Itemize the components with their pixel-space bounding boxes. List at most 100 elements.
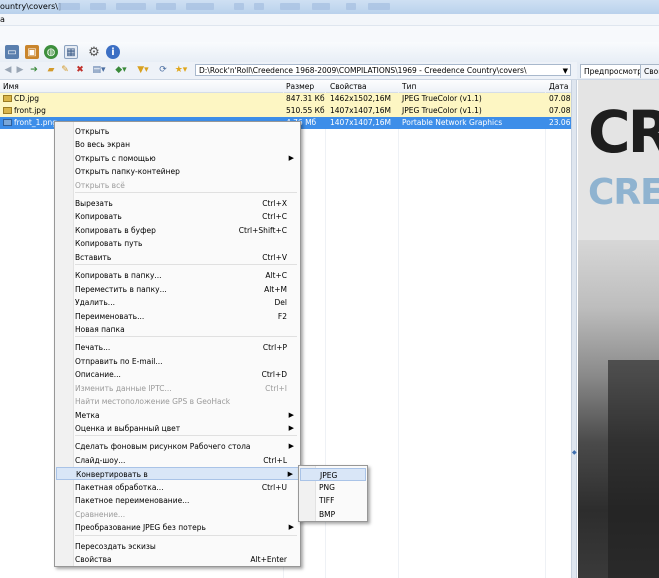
menu-item[interactable]: Печать... Ctrl+P bbox=[56, 341, 299, 354]
refresh-icon[interactable]: ⟳ bbox=[157, 64, 169, 76]
menu-item-shortcut: Ctrl+D bbox=[261, 370, 287, 379]
title-decoration bbox=[254, 3, 264, 10]
menu-item[interactable]: Вставить Ctrl+V bbox=[56, 251, 299, 264]
menu-item[interactable]: Открыть bbox=[56, 125, 299, 138]
menu-item[interactable]: Во весь экран bbox=[56, 138, 299, 151]
table-row[interactable]: CD.jpg 847.31 Кб 1462x1502,16M JPEG True… bbox=[0, 93, 578, 105]
delete-icon[interactable]: ✖ bbox=[74, 64, 86, 76]
menu-item[interactable]: Открыть с помощью ▶ bbox=[56, 152, 299, 165]
menu-item[interactable]: Копировать в буфер Ctrl+Shift+C bbox=[56, 224, 299, 237]
menu-separator bbox=[75, 264, 297, 265]
submenu-item-label: PNG bbox=[319, 483, 335, 492]
menu-item[interactable]: Оценка и выбранный цвет ▶ bbox=[56, 422, 299, 435]
submenu-item-png[interactable]: PNG bbox=[300, 481, 366, 494]
menu-item[interactable]: Удалить... Del bbox=[56, 296, 299, 309]
menu-item[interactable]: Найти местоположение GPS в GeoHack bbox=[56, 395, 299, 408]
menu-item[interactable]: Слайд-шоу... Ctrl+L bbox=[56, 454, 299, 467]
column-name[interactable]: Имя bbox=[3, 82, 19, 91]
menu-item[interactable]: a bbox=[0, 15, 5, 24]
menu-separator bbox=[75, 535, 297, 536]
slideshow-icon[interactable]: ▣ bbox=[25, 45, 39, 59]
menu-item[interactable]: Описание... Ctrl+D bbox=[56, 368, 299, 381]
tag-icon[interactable]: ◆▾ bbox=[115, 64, 127, 76]
favorites-icon[interactable]: ★▾ bbox=[175, 64, 188, 76]
menu-item[interactable]: Переименовать... F2 bbox=[56, 310, 299, 323]
menu-item[interactable]: Пакетное переименование... bbox=[56, 494, 299, 507]
menu-item[interactable]: Пересоздать эскизы bbox=[56, 540, 299, 553]
title-decoration bbox=[186, 3, 214, 10]
column-size[interactable]: Размер bbox=[286, 82, 314, 91]
menu-item[interactable]: Копировать в папку... Alt+C bbox=[56, 269, 299, 282]
menu-item-label: Сравнение... bbox=[75, 510, 126, 519]
title-decoration bbox=[234, 3, 244, 10]
file-type: JPEG TrueColor (v1.1) bbox=[402, 106, 482, 115]
submenu-item-label: BMP bbox=[319, 510, 336, 519]
chevron-down-icon[interactable]: ▼ bbox=[563, 65, 568, 75]
menu-item[interactable]: Пакетная обработка... Ctrl+U bbox=[56, 481, 299, 494]
path-input[interactable]: D:\Rock'n'Roll\Creedence 1968-2009\COMPI… bbox=[195, 64, 571, 76]
rename-icon[interactable]: ✎ bbox=[59, 64, 71, 76]
splitter-grip-icon[interactable]: ◆ bbox=[572, 449, 577, 457]
menu-item-label: Пакетная обработка... bbox=[75, 483, 164, 492]
menu-separator bbox=[75, 435, 297, 436]
menu-item[interactable]: Открыть всё bbox=[56, 179, 299, 192]
submenu-arrow-icon: ▶ bbox=[288, 424, 294, 432]
menu-item[interactable]: Конвертировать в ▶ bbox=[56, 467, 299, 480]
menu-item-label: Найти местоположение GPS в GeoHack bbox=[75, 397, 231, 406]
menu-item[interactable]: Преобразование JPEG без потерь ▶ bbox=[56, 521, 299, 534]
menu-item[interactable]: Отправить по E-mail... bbox=[56, 355, 299, 368]
info-icon[interactable]: i bbox=[106, 45, 120, 59]
pane-splitter[interactable]: ◆ bbox=[571, 80, 577, 578]
menu-item[interactable]: Изменить данные IPTC... Ctrl+I bbox=[56, 382, 299, 395]
column-properties[interactable]: Свойства bbox=[330, 82, 367, 91]
submenu-arrow-icon: ▶ bbox=[288, 523, 294, 531]
title-decoration bbox=[312, 3, 330, 10]
up-icon[interactable]: ➔ bbox=[28, 64, 40, 76]
menu-item[interactable]: Сравнение... bbox=[56, 508, 299, 521]
menu-item-label: Оценка и выбранный цвет bbox=[75, 424, 181, 433]
preview-shadow bbox=[608, 360, 659, 578]
view-mode-icon[interactable]: ▤▾ bbox=[92, 64, 105, 76]
settings-icon[interactable]: ⚙ bbox=[87, 45, 101, 60]
tab-properties[interactable]: Свойс bbox=[640, 64, 659, 78]
menu-item-label: Слайд-шоу... bbox=[75, 456, 126, 465]
menu-item-shortcut: F2 bbox=[277, 312, 287, 321]
column-type[interactable]: Тип bbox=[402, 82, 416, 91]
menu-item[interactable]: Копировать Ctrl+C bbox=[56, 210, 299, 223]
menu-item[interactable]: Вырезать Ctrl+X bbox=[56, 197, 299, 210]
submenu-item-jpeg[interactable]: JPEG bbox=[300, 468, 366, 481]
table-row[interactable]: front.jpg 510.55 Кб 1407x1407,16M JPEG T… bbox=[0, 105, 578, 117]
menu-item[interactable]: Открыть папку-контейнер bbox=[56, 165, 299, 178]
submenu-item-tiff[interactable]: TIFF bbox=[300, 494, 366, 507]
menu-item-label: Копировать bbox=[75, 212, 122, 221]
menu-item-label: Переименовать... bbox=[75, 312, 145, 321]
menu-item[interactable]: Сделать фоновым рисунком Рабочего стола ▶ bbox=[56, 440, 299, 453]
grid-icon[interactable]: ▦ bbox=[64, 45, 78, 59]
tab-preview[interactable]: Предпросмотр bbox=[580, 64, 641, 78]
menu-item[interactable]: Копировать путь bbox=[56, 237, 299, 250]
menu-item[interactable]: Свойства Alt+Enter bbox=[56, 553, 299, 566]
column-date[interactable]: Дата bbox=[549, 82, 568, 91]
web-icon[interactable]: ◍ bbox=[44, 45, 58, 59]
title-decoration bbox=[116, 3, 146, 10]
menu-item-label: Открыть bbox=[75, 127, 110, 136]
menu-item-label: Копировать в буфер bbox=[75, 226, 156, 235]
menu-item[interactable]: Новая папка bbox=[56, 323, 299, 336]
new-folder-icon[interactable]: ▰ bbox=[45, 64, 57, 76]
filter-icon[interactable]: ▼▾ bbox=[137, 64, 149, 76]
menu-item-shortcut: Ctrl+V bbox=[262, 253, 287, 262]
menu-item[interactable]: Переместить в папку... Alt+M bbox=[56, 283, 299, 296]
menu-item-shortcut: Ctrl+C bbox=[262, 212, 287, 221]
file-size: 847.31 Кб bbox=[286, 94, 325, 103]
menu-item[interactable]: Метка ▶ bbox=[56, 409, 299, 422]
monitor-icon[interactable]: ▭ bbox=[5, 45, 19, 59]
back-icon[interactable]: ◀ bbox=[2, 64, 14, 76]
forward-icon[interactable]: ▶ bbox=[14, 64, 26, 76]
menu-item-label: Переместить в папку... bbox=[75, 285, 167, 294]
title-decoration bbox=[346, 3, 356, 10]
file-props: 1407x1407,16M bbox=[330, 118, 392, 127]
menu-item-shortcut: Ctrl+I bbox=[265, 384, 287, 393]
menu-item-shortcut: Ctrl+Shift+C bbox=[238, 226, 287, 235]
file-props: 1462x1502,16M bbox=[330, 94, 392, 103]
submenu-item-bmp[interactable]: BMP bbox=[300, 508, 366, 521]
